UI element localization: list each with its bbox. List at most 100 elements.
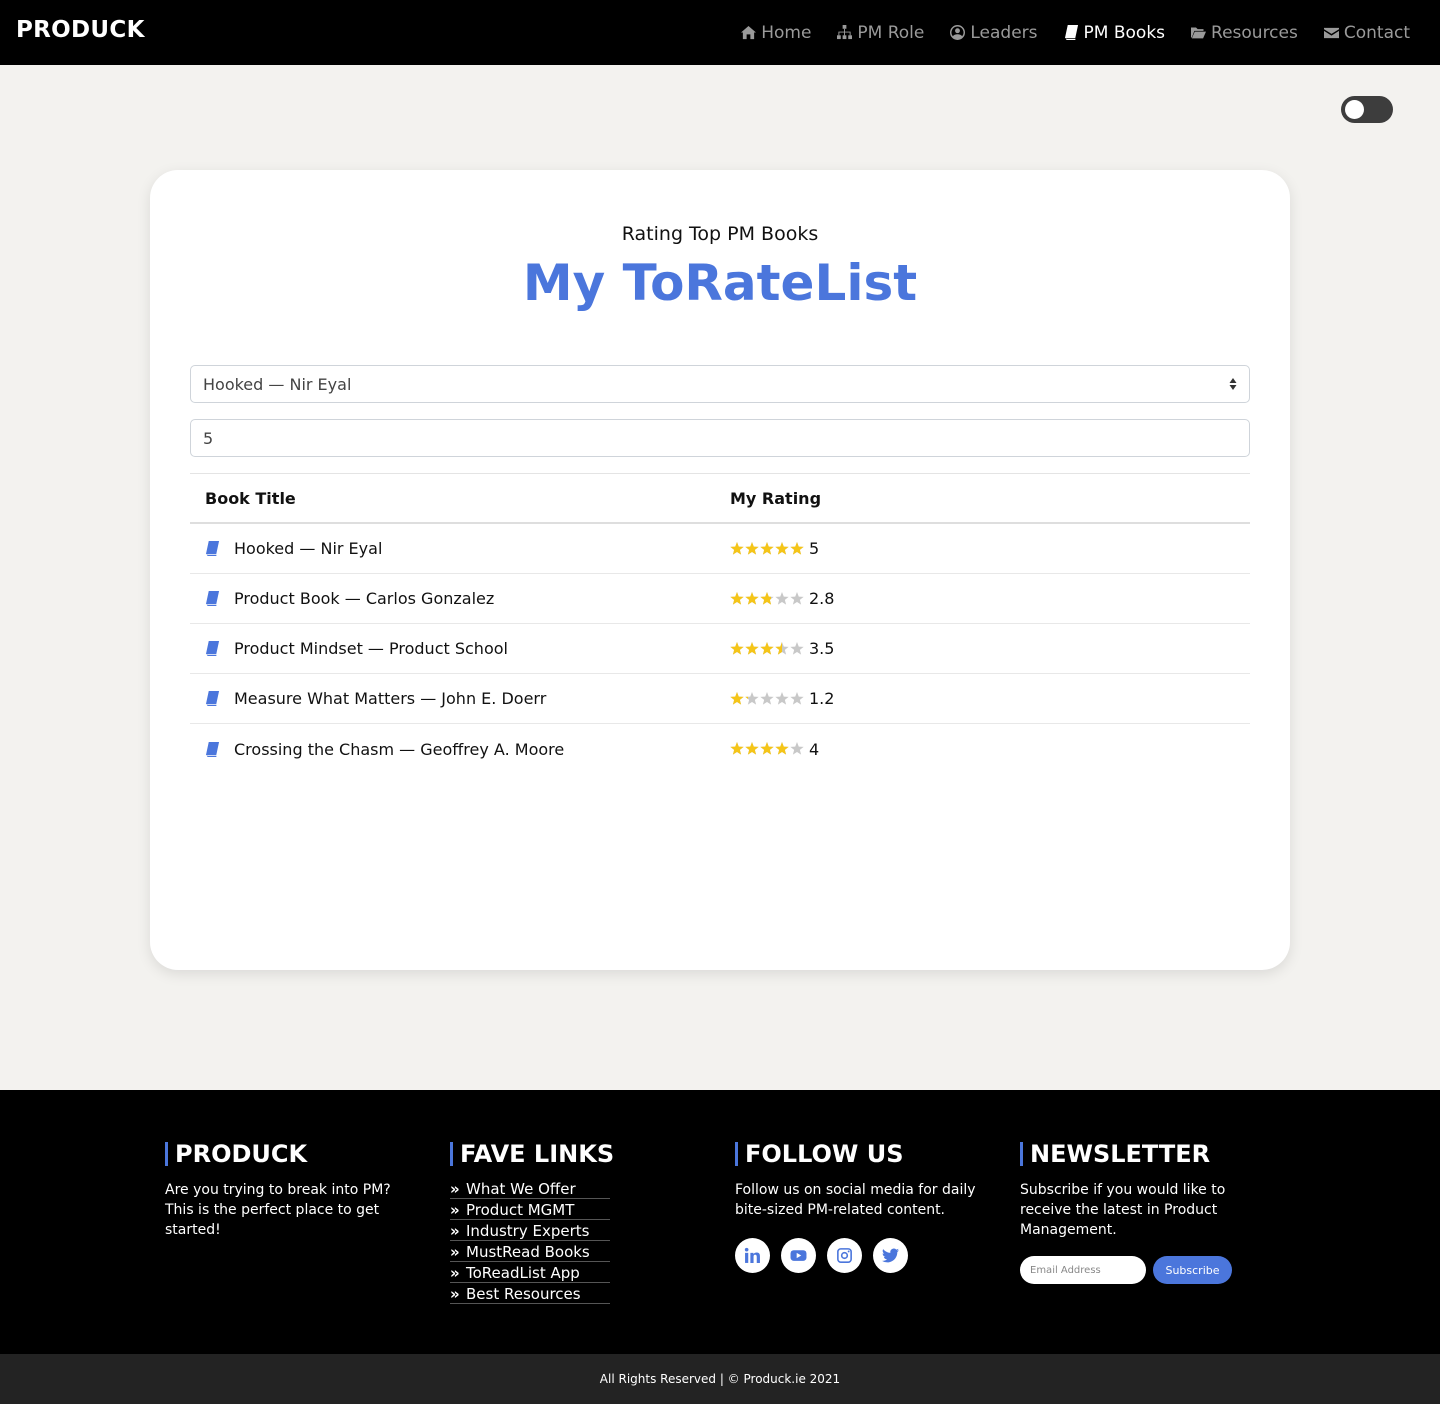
user-circle-icon — [950, 25, 966, 40]
nav-pm-role-label: PM Role — [857, 22, 925, 43]
footer-link-label: MustRead Books — [466, 1243, 590, 1261]
heading-accent-bar — [1020, 1142, 1023, 1166]
double-chevron-icon: » — [450, 1264, 460, 1282]
footer-newsletter-heading-text: NEWSLETTER — [1030, 1140, 1211, 1168]
footer-link[interactable]: » ToReadList App — [450, 1262, 610, 1283]
footer-links-heading-text: FAVE LINKS — [460, 1140, 615, 1168]
book-icon — [205, 691, 220, 706]
rating-cell: 1.2 — [730, 689, 834, 708]
site-footer: PRODUCK Are you trying to break into PM?… — [0, 1090, 1440, 1354]
table-row: Measure What Matters — John E. Doerr 1.2 — [190, 674, 1250, 724]
heading-accent-bar — [450, 1142, 453, 1166]
rating-value: 1.2 — [809, 689, 835, 708]
double-chevron-icon: » — [450, 1222, 460, 1240]
footer-about-heading-text: PRODUCK — [175, 1140, 308, 1168]
heading-accent-bar — [165, 1142, 168, 1166]
rating-cell: 2.8 — [730, 589, 834, 608]
footer-link[interactable]: » Best Resources — [450, 1283, 610, 1304]
instagram-icon — [837, 1248, 852, 1263]
double-chevron-icon: » — [450, 1180, 460, 1198]
rating-input-value: 5 — [203, 428, 214, 448]
twitter-icon — [882, 1248, 899, 1263]
double-chevron-icon: » — [450, 1201, 460, 1219]
nav-resources-label: Resources — [1211, 22, 1298, 43]
subscribe-button[interactable]: Subscribe — [1153, 1256, 1232, 1284]
linkedin-icon — [744, 1247, 760, 1263]
footer-link[interactable]: » Industry Experts — [450, 1220, 610, 1241]
copyright-text: All Rights Reserved | © Produck.ie 2021 — [599, 1372, 841, 1386]
book-title-cell: Hooked — Nir Eyal — [190, 539, 730, 558]
twitter-link[interactable] — [873, 1238, 908, 1273]
copyright-bar: All Rights Reserved | © Produck.ie 2021 — [0, 1354, 1440, 1404]
double-chevron-icon: » — [450, 1285, 460, 1303]
table-header: Book Title My Rating — [190, 474, 1250, 524]
main-nav: Home PM Role Leaders PM Books Resources … — [741, 0, 1410, 65]
book-title-cell: Measure What Matters — John E. Doerr — [190, 689, 730, 708]
newsletter-email-input[interactable]: Email Address — [1020, 1256, 1146, 1284]
footer-link[interactable]: » MustRead Books — [450, 1241, 610, 1262]
star-rating — [730, 641, 804, 656]
toggle-knob — [1345, 100, 1364, 119]
table-row: Product Mindset — Product School 3.5 — [190, 624, 1250, 674]
linkedin-link[interactable] — [735, 1238, 770, 1273]
nav-leaders[interactable]: Leaders — [950, 22, 1038, 43]
sitemap-icon — [837, 25, 853, 40]
book-title: Product Book — Carlos Gonzalez — [234, 589, 495, 608]
footer-links-list: » What We Offer » Product MGMT » Industry E… — [450, 1178, 610, 1304]
footer-links: FAVE LINKS » What We Offer » Product MGMT … — [450, 1140, 700, 1304]
column-header-rating: My Rating — [730, 488, 822, 508]
book-title: Measure What Matters — John E. Doerr — [234, 689, 547, 708]
nav-contact[interactable]: Contact — [1323, 22, 1410, 43]
double-chevron-icon: » — [450, 1243, 460, 1261]
footer-newsletter: NEWSLETTER Subscribe if you would like t… — [1020, 1140, 1270, 1284]
footer-about-text: Are you trying to break into PM? This is… — [165, 1182, 391, 1238]
star-rating — [730, 742, 804, 756]
book-select[interactable]: Hooked — Nir Eyal — [190, 365, 1250, 403]
footer-follow-heading-text: FOLLOW US — [745, 1140, 904, 1168]
rating-cell: 5 — [730, 539, 819, 558]
book-title-cell: Crossing the Chasm — Geoffrey A. Moore — [190, 740, 730, 759]
footer-newsletter-text: Subscribe if you would like to receive t… — [1020, 1182, 1226, 1238]
footer-link[interactable]: » What We Offer — [450, 1178, 610, 1199]
newsletter-form: Email Address Subscribe — [1020, 1256, 1270, 1284]
rating-value: 5 — [809, 539, 820, 558]
heading-accent-bar — [735, 1142, 738, 1166]
star-rating-fill — [730, 742, 789, 756]
rating-cell: 3.5 — [730, 639, 834, 658]
footer-follow-text: Follow us on social media for daily bite… — [735, 1182, 976, 1218]
folder-open-icon — [1191, 27, 1207, 39]
footer-link-label: Best Resources — [466, 1285, 581, 1303]
star-rating-fill — [730, 641, 782, 656]
youtube-link[interactable] — [781, 1238, 816, 1273]
rating-input[interactable]: 5 — [190, 419, 1250, 457]
nav-pm-role[interactable]: PM Role — [837, 23, 924, 43]
footer-link[interactable]: » Product MGMT — [450, 1199, 610, 1220]
book-icon — [1064, 25, 1078, 40]
footer-link-label: ToReadList App — [466, 1264, 580, 1282]
book-title-cell: Product Mindset — Product School — [190, 639, 730, 658]
select-caret-icon — [1229, 378, 1237, 390]
nav-home[interactable]: Home — [741, 23, 811, 43]
book-select-value: Hooked — Nir Eyal — [203, 374, 352, 394]
dark-mode-toggle[interactable] — [1341, 96, 1393, 123]
nav-contact-label: Contact — [1343, 22, 1410, 43]
book-title: Crossing the Chasm — Geoffrey A. Moore — [234, 739, 565, 759]
star-rating-fill — [730, 591, 771, 606]
nav-leaders-label: Leaders — [970, 22, 1038, 43]
book-title: Hooked — Nir Eyal — [234, 539, 383, 558]
footer-about: PRODUCK Are you trying to break into PM?… — [165, 1140, 415, 1240]
footer-about-heading: PRODUCK — [165, 1140, 415, 1168]
nav-pm-books[interactable]: PM Books — [1064, 23, 1165, 43]
table-row: Crossing the Chasm — Geoffrey A. Moore 4 — [190, 724, 1250, 774]
top-navbar: PRODUCK Home PM Role Leaders PM Books Re… — [0, 0, 1440, 65]
brand-logo[interactable]: PRODUCK — [16, 17, 145, 43]
nav-home-label: Home — [761, 22, 812, 43]
home-icon — [741, 25, 757, 40]
page-title: My ToRateList — [522, 254, 918, 312]
book-icon — [205, 541, 220, 556]
rating-card: Rating Top PM Books My ToRateList Hooked… — [150, 170, 1290, 970]
footer-links-heading: FAVE LINKS — [450, 1140, 700, 1168]
table-row: Hooked — Nir Eyal 5 — [190, 524, 1250, 574]
instagram-link[interactable] — [827, 1238, 862, 1273]
nav-resources[interactable]: Resources — [1191, 23, 1298, 43]
